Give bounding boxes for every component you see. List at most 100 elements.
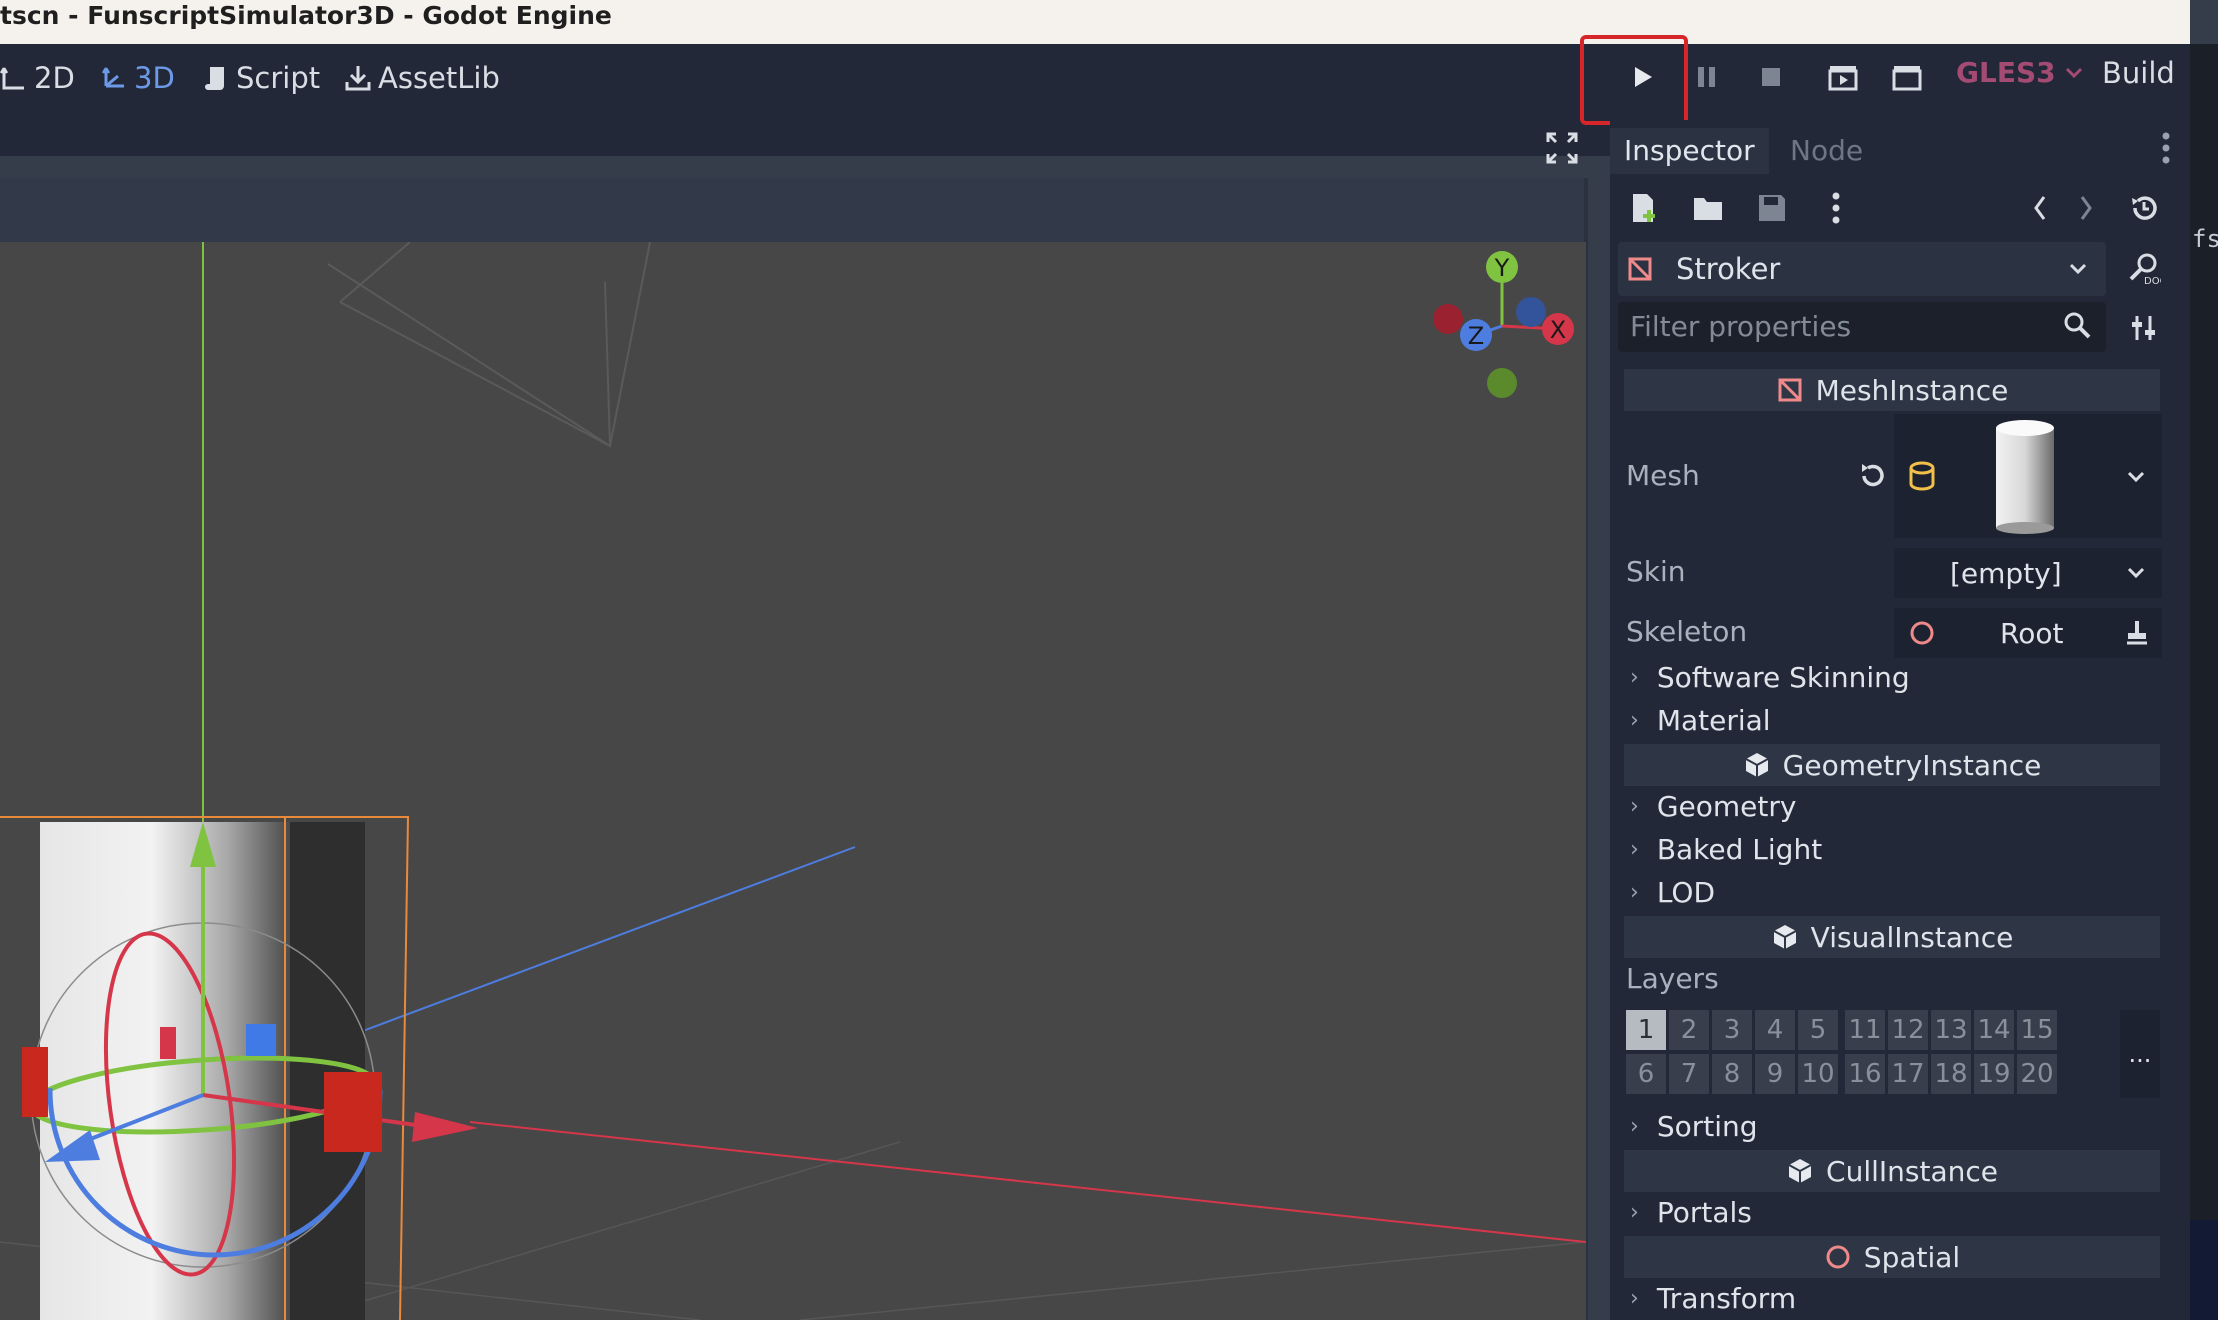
group-material[interactable]: › Material xyxy=(1630,704,1771,737)
stop-button[interactable] xyxy=(1754,60,1788,94)
play-scene-button[interactable] xyxy=(1826,60,1860,94)
pause-button[interactable] xyxy=(1690,60,1724,94)
layer-cell[interactable]: 11 xyxy=(1845,1010,1885,1050)
layer-cell[interactable]: 6 xyxy=(1626,1054,1666,1094)
cylinder-shadow xyxy=(290,822,365,1320)
layer-cell[interactable]: 14 xyxy=(1974,1010,2014,1050)
fullscreen-button[interactable] xyxy=(1544,130,1580,166)
open-resource-button[interactable] xyxy=(1688,188,1728,228)
layer-cell[interactable]: 4 xyxy=(1755,1010,1795,1050)
gizmo-neg-y-icon[interactable] xyxy=(1487,368,1517,398)
3d-viewport[interactable] xyxy=(0,242,1586,1320)
scale-plane-handle-z[interactable] xyxy=(246,1024,276,1056)
skin-picker[interactable]: [empty] xyxy=(1894,548,2162,598)
play-button[interactable] xyxy=(1626,60,1660,94)
scale-plane-handle-x[interactable] xyxy=(160,1027,176,1059)
layer-cell[interactable]: 18 xyxy=(1931,1054,1971,1094)
group-lod[interactable]: › LOD xyxy=(1630,876,1715,909)
layers-label: Layers xyxy=(1626,962,1719,995)
scale-handle-red-left[interactable] xyxy=(22,1047,48,1117)
layer-cell[interactable]: 10 xyxy=(1798,1054,1838,1094)
scale-handle-red[interactable] xyxy=(324,1072,382,1152)
layer-cell[interactable]: 20 xyxy=(2017,1054,2057,1094)
layer-cell[interactable]: 12 xyxy=(1888,1010,1928,1050)
group-transform[interactable]: › Transform xyxy=(1630,1282,1796,1315)
spatial-node-icon xyxy=(1826,1245,1850,1269)
workspace-2d-button[interactable]: 2D xyxy=(0,58,75,98)
section-mesh-instance-label: MeshInstance xyxy=(1815,373,2009,407)
move-x-arrow[interactable] xyxy=(412,1112,478,1142)
chevron-right-icon: › xyxy=(1630,794,1639,819)
layer-cell[interactable]: 16 xyxy=(1845,1054,1885,1094)
new-resource-button[interactable] xyxy=(1624,188,1664,228)
layer-cell[interactable]: 7 xyxy=(1669,1054,1709,1094)
revert-icon xyxy=(1862,464,1884,487)
group-portals[interactable]: › Portals xyxy=(1630,1196,1752,1229)
layer-cell[interactable]: 8 xyxy=(1712,1054,1752,1094)
workspace-3d-label: 3D xyxy=(134,61,175,95)
group-geometry[interactable]: › Geometry xyxy=(1630,790,1796,823)
chevron-down-icon xyxy=(2065,67,2082,78)
group-material-label: Material xyxy=(1656,704,1771,737)
gizmo-neg-z-icon[interactable] xyxy=(1516,297,1546,327)
filter-properties-input[interactable]: Filter properties xyxy=(1618,302,2106,352)
chevron-right-icon: › xyxy=(1630,1286,1639,1311)
history-back-button[interactable] xyxy=(2020,188,2060,228)
node-selector[interactable]: Stroker xyxy=(1618,242,2106,296)
workspace-assetlib-button[interactable]: AssetLib xyxy=(344,58,500,98)
renderer-select[interactable]: GLES3 xyxy=(1956,56,2084,89)
tab-inspector[interactable]: Inspector xyxy=(1610,128,1769,174)
z-axis-line xyxy=(359,846,856,1033)
pause-icon xyxy=(1698,67,1715,87)
layer-cell[interactable]: 17 xyxy=(1888,1054,1928,1094)
folder-icon xyxy=(1694,198,1722,220)
group-geometry-label: Geometry xyxy=(1656,790,1797,823)
layer-cell[interactable]: 2 xyxy=(1669,1010,1709,1050)
workspace-script-button[interactable]: Script xyxy=(202,58,320,98)
layers-grid: 1 2 3 4 5 11 12 13 14 15 6 7 8 9 10 16 1… xyxy=(1626,1010,2060,1098)
group-baked-light[interactable]: › Baked Light xyxy=(1630,833,1822,866)
kebab-menu-icon xyxy=(2162,132,2170,164)
skeleton-path-field[interactable]: Root xyxy=(1894,608,2162,658)
gizmo-neg-x-icon[interactable] xyxy=(1433,304,1463,334)
resource-more-button[interactable] xyxy=(1816,188,1856,228)
history-forward-button[interactable] xyxy=(2066,188,2106,228)
tools-icon xyxy=(2132,316,2155,340)
layers-more-button[interactable]: ... xyxy=(2120,1010,2160,1098)
layer-cell[interactable]: 3 xyxy=(1712,1010,1752,1050)
stop-icon xyxy=(1762,68,1780,86)
layer-cell[interactable]: 19 xyxy=(1974,1054,2014,1094)
layer-cell[interactable]: 13 xyxy=(1931,1010,1971,1050)
build-button[interactable]: Build xyxy=(2102,56,2175,90)
fullscreen-icon xyxy=(1546,132,1578,164)
window-title: tscn - FunscriptSimulator3D - Godot Engi… xyxy=(0,1,612,30)
layer-cell[interactable]: 9 xyxy=(1755,1054,1795,1094)
play-custom-scene-button[interactable] xyxy=(1890,60,1924,94)
save-resource-button[interactable] xyxy=(1752,188,1792,228)
group-software-skinning[interactable]: › Software Skinning xyxy=(1630,661,1910,694)
2d-icon xyxy=(0,67,24,90)
tab-node[interactable]: Node xyxy=(1776,128,1877,174)
section-spatial: Spatial xyxy=(1624,1236,2160,1278)
mesh-preview-thumbnail xyxy=(1996,420,2054,534)
dock-menu-button[interactable] xyxy=(2160,128,2172,168)
layer-cell[interactable]: 1 xyxy=(1626,1010,1666,1050)
orientation-gizmo[interactable]: Y X Z xyxy=(1420,240,1580,410)
workspace-3d-button[interactable]: 3D xyxy=(100,58,175,98)
chevron-right-icon: › xyxy=(1630,880,1639,905)
skeleton-label: Skeleton xyxy=(1626,615,1748,648)
group-sorting[interactable]: › Sorting xyxy=(1630,1110,1758,1143)
chevron-right-icon: › xyxy=(1630,708,1639,733)
viewport-header xyxy=(0,178,1586,242)
revert-mesh-button[interactable] xyxy=(1854,458,1890,494)
group-software-skinning-label: Software Skinning xyxy=(1656,661,1910,694)
chevron-left-icon xyxy=(2034,196,2046,220)
layer-cell[interactable]: 15 xyxy=(2017,1010,2057,1050)
open-docs-button[interactable]: DOC xyxy=(2124,248,2164,288)
workspace-script-label: Script xyxy=(236,61,321,95)
layer-cell[interactable]: 5 xyxy=(1798,1010,1838,1050)
node-name: Stroker xyxy=(1676,252,1781,286)
play-icon xyxy=(1635,67,1652,87)
property-options-button[interactable] xyxy=(2124,308,2164,348)
object-history-button[interactable] xyxy=(2124,188,2164,228)
